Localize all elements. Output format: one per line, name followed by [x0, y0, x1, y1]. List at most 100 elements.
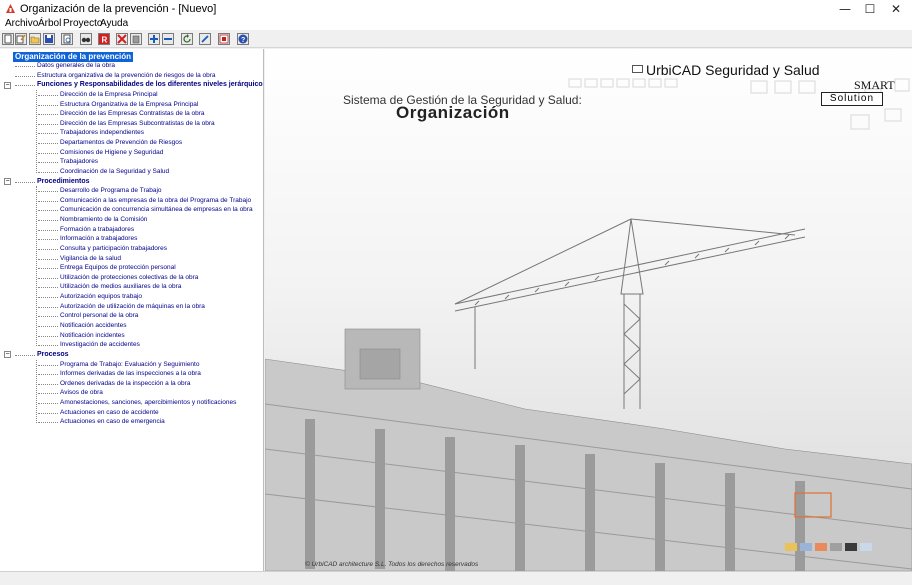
- tree-connector: [38, 210, 58, 212]
- tree-item[interactable]: Trabajadores: [60, 157, 98, 167]
- tree-connector: [36, 186, 37, 346]
- tree-item[interactable]: Nombramiento de la Comisión: [60, 215, 147, 225]
- tree-connector: [38, 277, 58, 279]
- tree-item[interactable]: Control personal de la obra: [60, 311, 138, 321]
- tree-connector: [38, 143, 58, 145]
- tree-connector: [38, 114, 58, 116]
- tree-connector: [38, 268, 58, 270]
- tree-item[interactable]: Vigilancia de la salud: [60, 254, 121, 264]
- tree-connector: [15, 354, 35, 356]
- tree-connector: [38, 162, 58, 164]
- menu-arbol[interactable]: Árbol: [38, 18, 61, 30]
- remove-icon[interactable]: [162, 33, 174, 45]
- tree-item[interactable]: Actuaciones en caso de accidente: [60, 408, 159, 418]
- report-icon[interactable]: R: [98, 33, 110, 45]
- new-doc-icon[interactable]: [2, 33, 14, 45]
- tree-connector: [38, 422, 58, 424]
- tree-item[interactable]: Formación a trabajadores: [60, 225, 134, 235]
- tree-item[interactable]: Notificación accidentes: [60, 321, 126, 331]
- tree-connector: [38, 104, 58, 106]
- tree-item[interactable]: Datos generales de la obra: [37, 61, 115, 71]
- splash-panel: UrbiCAD Seguridad y Salud SMART Solution…: [265, 49, 912, 571]
- tree-connector: [38, 200, 58, 202]
- tree-item[interactable]: Autorización equipos trabajo: [60, 292, 142, 302]
- delete-icon[interactable]: [116, 33, 128, 45]
- tree-item[interactable]: Avisos de obra: [60, 388, 103, 398]
- solution-box: Solution: [821, 92, 883, 106]
- tree-item[interactable]: Autorización de utilización de máquinas …: [60, 302, 205, 312]
- tree-item[interactable]: Estructura organizativa de la prevención…: [37, 71, 216, 81]
- tree-connector: [38, 152, 58, 154]
- status-bar: [0, 571, 912, 585]
- tree-connector: [38, 403, 58, 405]
- brand-checkbox-icon: [632, 65, 643, 73]
- tree-group[interactable]: Procedimientos: [37, 177, 90, 187]
- tree-item[interactable]: Actuaciones en caso de emergencia: [60, 417, 165, 427]
- tree-connector: [38, 287, 58, 289]
- tree-expand-icon[interactable]: −: [4, 81, 11, 89]
- menu-archivo[interactable]: Archivo: [5, 18, 38, 30]
- tree-connector: [38, 335, 58, 337]
- edit-icon[interactable]: [199, 33, 211, 45]
- tree-connector: [36, 89, 37, 173]
- tree-connector: [38, 94, 58, 96]
- tree-item[interactable]: Entrega Equipos de protección personal: [60, 263, 176, 273]
- tree-connector: [38, 374, 58, 376]
- tree-connector: [38, 306, 58, 308]
- tree-item[interactable]: Dirección de las Empresas Subcontratista…: [60, 119, 215, 129]
- tree-item[interactable]: Amonestaciones, sanciones, apercibimient…: [60, 398, 236, 408]
- tree-connector: [38, 171, 58, 173]
- menu-ayuda[interactable]: Ayuda: [100, 18, 128, 30]
- tree-expand-icon[interactable]: −: [4, 178, 11, 186]
- tree-connector: [38, 258, 58, 260]
- open-folder-icon[interactable]: [29, 33, 41, 45]
- tree-item[interactable]: Comunicación a las empresas de la obra d…: [60, 196, 251, 206]
- tree-item[interactable]: Utilización de protecciones colectivas d…: [60, 273, 198, 283]
- tree-item[interactable]: Notificación incidentes: [60, 331, 125, 341]
- close-button[interactable]: ✕: [880, 0, 912, 18]
- tree-item[interactable]: Coordinación de la Seguridad y Salud: [60, 167, 169, 177]
- tree-connector: [15, 85, 35, 87]
- binoculars-icon[interactable]: [80, 33, 92, 45]
- tree-item[interactable]: Trabajadores independientes: [60, 128, 144, 138]
- save-icon[interactable]: [43, 33, 55, 45]
- tree-group[interactable]: Procesos: [37, 350, 69, 360]
- trash-icon[interactable]: [130, 33, 142, 45]
- tree-connector: [38, 364, 58, 366]
- menu-proyecto[interactable]: Proyecto: [63, 18, 102, 30]
- tree-item[interactable]: Informes derivadas de las inspecciones a…: [60, 369, 201, 379]
- tree-connector: [38, 220, 58, 222]
- tree-item[interactable]: Programa de Trabajo: Evaluación y Seguim…: [60, 360, 199, 370]
- tree-connector: [38, 297, 58, 299]
- tree-item[interactable]: Dirección de la Empresa Principal: [60, 90, 158, 100]
- svg-text:?: ?: [241, 37, 245, 44]
- brand-title: UrbiCAD Seguridad y Salud: [646, 62, 820, 78]
- smart-label: SMART: [854, 78, 895, 92]
- tree-item[interactable]: Utilización de medios auxiliares de la o…: [60, 282, 181, 292]
- tree-item[interactable]: Investigación de accidentes: [60, 340, 140, 350]
- window-title: Organización de la prevención - [Nuevo]: [20, 3, 217, 15]
- tree-item[interactable]: Departamentos de Prevención de Riesgos: [60, 138, 182, 148]
- edit-doc-icon[interactable]: [15, 33, 27, 45]
- menu-bar: Archivo Árbol Proyecto Ayuda: [0, 18, 912, 30]
- tree-item[interactable]: Estructura Organizativa de la Empresa Pr…: [60, 100, 198, 110]
- tree-connector: [15, 66, 35, 67]
- tree-item[interactable]: Comisiones de Higiene y Seguridad: [60, 148, 163, 158]
- tree-connector: [36, 359, 37, 423]
- tree-item[interactable]: Comunicación de concurrencia simultánea …: [60, 205, 253, 215]
- tree-connector: [15, 75, 35, 77]
- help-icon[interactable]: ?: [237, 33, 249, 45]
- tree-item[interactable]: Información a trabajadores: [60, 234, 137, 244]
- add-icon[interactable]: [148, 33, 160, 45]
- preview-icon[interactable]: [61, 33, 73, 45]
- print-report-icon[interactable]: [218, 33, 230, 45]
- tree-group[interactable]: Funciones y Responsabilidades de los dif…: [37, 80, 263, 90]
- tree-item[interactable]: Ordenes derivadas de la inspección a la …: [60, 379, 190, 389]
- tree-panel[interactable]: Organización de la prevención Datos gene…: [0, 49, 264, 571]
- tree-item[interactable]: Desarrollo de Programa de Trabajo: [60, 186, 162, 196]
- tree-expand-icon[interactable]: −: [4, 351, 11, 359]
- title-bar: Organización de la prevención - [Nuevo] …: [0, 0, 912, 18]
- refresh-icon[interactable]: [181, 33, 193, 45]
- tree-item[interactable]: Consulta y participación trabajadores: [60, 244, 167, 254]
- tree-item[interactable]: Dirección de las Empresas Contratistas d…: [60, 109, 205, 119]
